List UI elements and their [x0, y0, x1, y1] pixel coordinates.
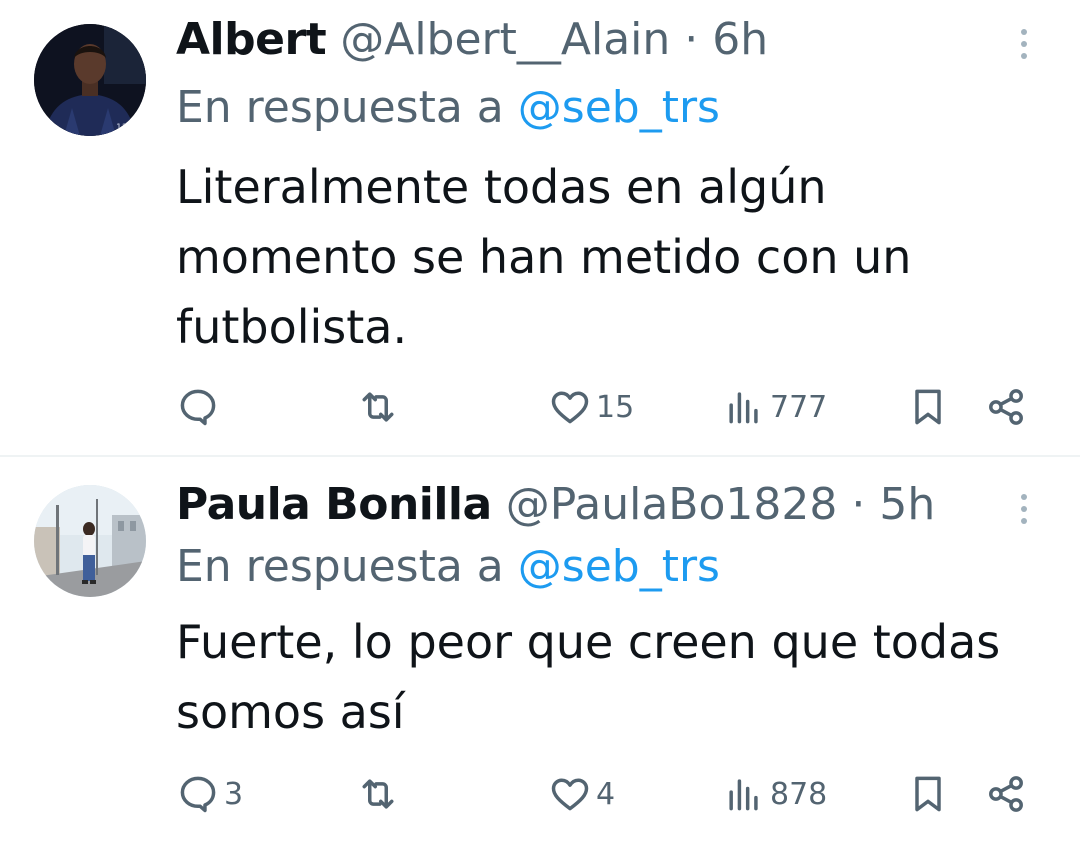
avatar-image	[34, 485, 146, 597]
bookmark-button[interactable]	[906, 769, 950, 819]
bookmark-button[interactable]	[906, 382, 950, 432]
more-icon[interactable]	[1004, 24, 1044, 64]
views-count: 777	[770, 389, 828, 425]
author-handle[interactable]: @PaulaBo1828	[506, 479, 838, 530]
reply-button[interactable]	[176, 382, 224, 432]
more-icon[interactable]	[1004, 489, 1044, 529]
tweet[interactable]: 11 Albert @Albert__Alain · 6h En respues…	[0, 0, 1080, 455]
tweet-actions: 3 4 878	[176, 769, 1036, 819]
heart-icon	[551, 391, 589, 424]
reply-button[interactable]: 3	[176, 769, 243, 819]
like-count: 15	[596, 389, 635, 425]
views-button[interactable]: 878	[722, 769, 827, 819]
share-icon	[989, 776, 1023, 812]
share-button[interactable]	[984, 769, 1028, 819]
tweet-time[interactable]: 6h	[712, 14, 768, 65]
retweet-button[interactable]	[356, 382, 404, 432]
tweet-header: Albert @Albert__Alain · 6h	[176, 12, 1010, 68]
avatar[interactable]: 11	[34, 24, 146, 136]
author-handle[interactable]: @Albert__Alain	[340, 14, 670, 65]
reply-prefix: En respuesta a	[176, 541, 504, 592]
tweet-time[interactable]: 5h	[879, 479, 935, 530]
tweet-header: Paula Bonilla @PaulaBo1828 · 5h	[176, 477, 1010, 533]
author-name[interactable]: Albert	[176, 14, 327, 65]
reply-context: En respuesta a @seb_trs	[176, 539, 720, 595]
reply-mention-link[interactable]: @seb_trs	[518, 82, 720, 133]
views-icon	[729, 779, 758, 811]
reply-prefix: En respuesta a	[176, 82, 504, 133]
share-button[interactable]	[984, 382, 1028, 432]
retweet-icon	[362, 392, 394, 422]
bookmark-icon	[915, 389, 941, 425]
tweet-text: Fuerte, lo peor que creen que todas somo…	[176, 615, 1001, 739]
author-name[interactable]: Paula Bonilla	[176, 479, 492, 530]
separator-dot: ·	[851, 479, 866, 530]
reply-context: En respuesta a @seb_trs	[176, 80, 720, 136]
like-button[interactable]: 4	[548, 769, 615, 819]
separator-dot: ·	[684, 14, 699, 65]
share-icon	[989, 389, 1023, 425]
like-count: 4	[596, 776, 616, 812]
tweet-actions: 15 777	[176, 382, 1036, 432]
retweet-icon	[362, 779, 394, 809]
bookmark-icon	[915, 776, 941, 812]
views-count: 878	[770, 776, 828, 812]
tweet-text: Literalmente todas en algún momento se h…	[176, 160, 912, 354]
avatar[interactable]	[34, 485, 146, 597]
tweet[interactable]: Paula Bonilla @PaulaBo1828 · 5h En respu…	[0, 457, 1080, 849]
views-button[interactable]: 777	[722, 382, 827, 432]
svg-text:11: 11	[116, 123, 127, 133]
views-icon	[729, 392, 758, 424]
avatar-image: 11	[34, 24, 146, 136]
like-button[interactable]: 15	[548, 382, 634, 432]
retweet-button[interactable]	[356, 769, 404, 819]
heart-icon	[551, 778, 589, 811]
reply-icon	[180, 776, 216, 813]
reply-icon	[180, 389, 216, 426]
reply-count: 3	[224, 776, 244, 812]
reply-mention-link[interactable]: @seb_trs	[518, 541, 720, 592]
